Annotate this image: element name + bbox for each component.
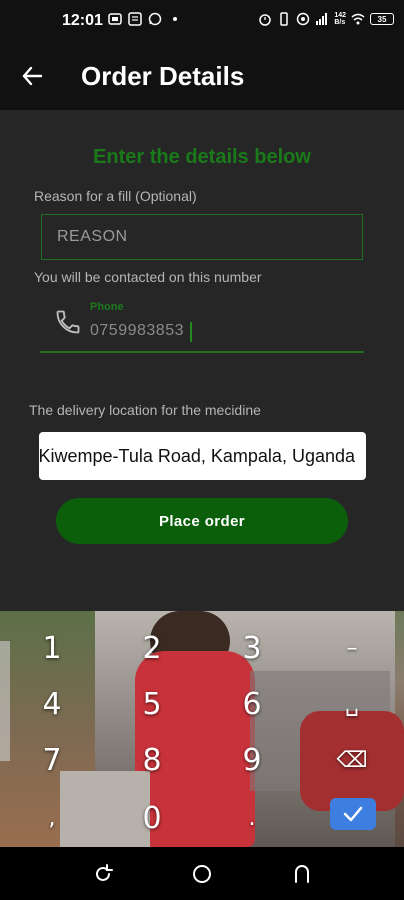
key-7[interactable]: 7 bbox=[22, 735, 82, 785]
back-button[interactable] bbox=[16, 60, 48, 92]
reason-input[interactable]: REASON bbox=[41, 214, 363, 260]
network-speed-value: 142 bbox=[334, 12, 346, 19]
navigation-bar bbox=[0, 847, 404, 900]
section-heading: Enter the details below bbox=[93, 146, 311, 168]
phone-icon bbox=[56, 310, 80, 334]
delivery-location-value: Kampala-Nakawa, Kitintale, Luzira, Mutun… bbox=[39, 445, 355, 466]
key-9[interactable]: 9 bbox=[222, 735, 282, 785]
battery-icon: 35 bbox=[370, 13, 394, 25]
whatsapp-icon bbox=[148, 12, 162, 26]
key-4[interactable]: 4 bbox=[22, 679, 82, 729]
network-speed: 142 B/s bbox=[334, 12, 346, 26]
back-nav-button[interactable] bbox=[288, 860, 316, 888]
key-backspace[interactable]: ⌫ bbox=[322, 735, 382, 785]
reason-placeholder: REASON bbox=[57, 228, 128, 245]
notification-icons bbox=[108, 12, 182, 26]
key-1[interactable]: 1 bbox=[22, 623, 82, 673]
phone-underline bbox=[40, 351, 364, 353]
contact-label: You will be contacted on this number bbox=[34, 269, 262, 285]
key-0[interactable]: 0 bbox=[122, 793, 182, 843]
phone-floating-label: Phone bbox=[90, 301, 124, 313]
done-key[interactable] bbox=[330, 798, 376, 830]
dot-icon bbox=[173, 17, 177, 21]
delivery-label: The delivery location for the mecidine bbox=[29, 402, 261, 418]
alarm-icon bbox=[259, 14, 272, 26]
back-nav-icon bbox=[295, 865, 309, 883]
system-icons: 142 B/s 35 bbox=[258, 12, 394, 26]
signal-icon bbox=[316, 13, 328, 25]
check-icon bbox=[343, 806, 363, 822]
recents-icon bbox=[96, 864, 113, 881]
battery-level: 35 bbox=[377, 14, 387, 24]
key-6[interactable]: 6 bbox=[222, 679, 282, 729]
place-order-button[interactable]: Place order bbox=[56, 498, 348, 544]
wifi-icon bbox=[351, 13, 365, 25]
key-3[interactable]: 3 bbox=[222, 623, 282, 673]
key-period[interactable]: . bbox=[222, 793, 282, 843]
message-icon bbox=[128, 12, 142, 26]
notification-icon bbox=[108, 13, 122, 25]
key-5[interactable]: 5 bbox=[122, 679, 182, 729]
hotspot-icon bbox=[297, 12, 310, 26]
numeric-keyboard: 1 2 3– 4 5 6 ␣ 7 8 9 ⌫, 0. bbox=[0, 611, 404, 847]
home-button[interactable] bbox=[188, 860, 216, 888]
key-2[interactable]: 2 bbox=[122, 623, 182, 673]
key-comma[interactable]: , bbox=[22, 793, 82, 843]
reason-label: Reason for a fill (Optional) bbox=[34, 188, 197, 204]
delivery-location-input[interactable]: Kampala-Nakawa, Kitintale, Luzira, Mutun… bbox=[39, 432, 366, 480]
page-title: Order Details bbox=[81, 61, 245, 91]
recents-button[interactable] bbox=[89, 860, 117, 888]
key-dash[interactable]: – bbox=[322, 623, 382, 673]
text-cursor bbox=[190, 322, 192, 342]
phone-input[interactable]: 0759983853 bbox=[90, 322, 184, 340]
key-8[interactable]: 8 bbox=[122, 735, 182, 785]
status-time: 12:01 bbox=[62, 12, 103, 29]
home-circle-icon bbox=[193, 865, 211, 883]
vibrate-icon bbox=[280, 12, 289, 26]
key-space[interactable]: ␣ bbox=[322, 679, 382, 729]
network-speed-unit: B/s bbox=[334, 19, 346, 26]
arrow-left-icon bbox=[22, 66, 43, 86]
